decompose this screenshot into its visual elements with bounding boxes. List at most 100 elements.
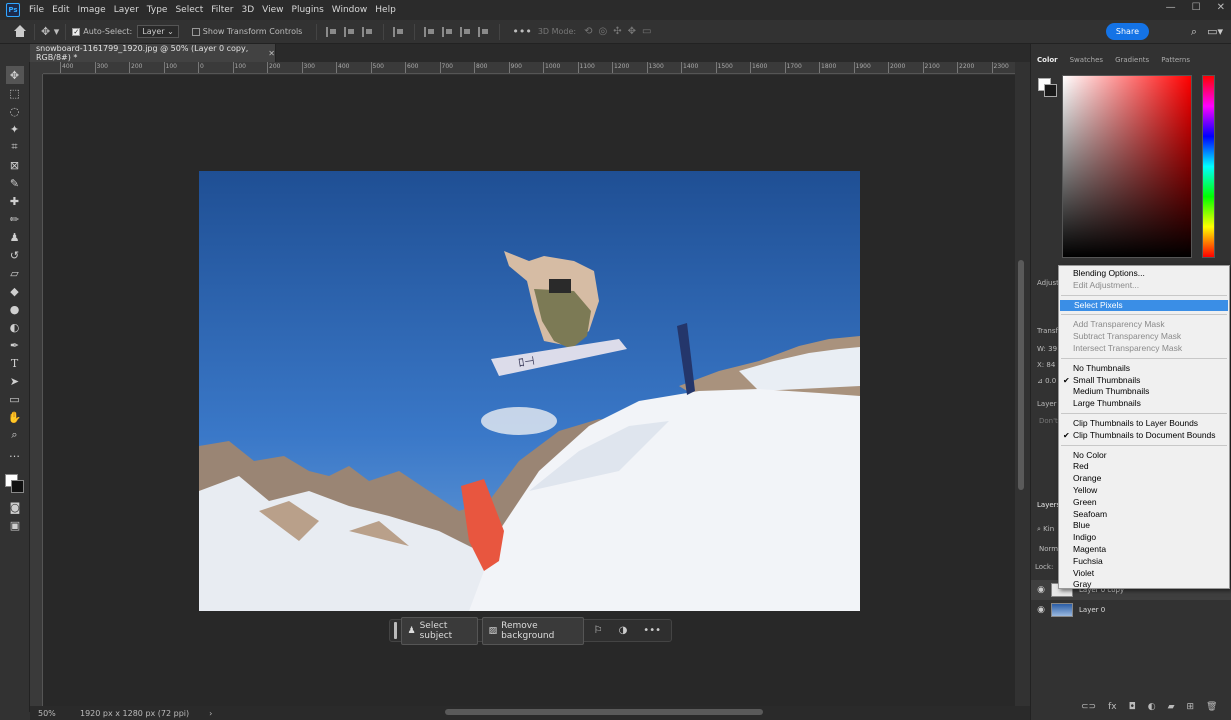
link-icon[interactable]: ⊂⊃ xyxy=(1081,702,1096,712)
menu-item-color-indigo[interactable]: Indigo xyxy=(1059,532,1229,544)
menu-item-color-magenta[interactable]: Magenta xyxy=(1059,544,1229,556)
menu-item-color-gray[interactable]: Gray xyxy=(1059,579,1229,591)
menu-plugins[interactable]: Plugins xyxy=(288,5,328,15)
menu-item-no-thumbnails[interactable]: No Thumbnails xyxy=(1059,363,1229,375)
transform-icon[interactable]: ⚐ xyxy=(588,625,609,636)
hue-slider[interactable] xyxy=(1202,75,1215,258)
eyedropper-tool-icon[interactable]: ✎ xyxy=(6,174,24,192)
show-transform-checkbox[interactable]: Show Transform Controls xyxy=(191,27,302,36)
align-middle-icon[interactable] xyxy=(442,26,454,37)
tab-layers[interactable]: Layers xyxy=(1037,501,1060,509)
dodge-tool-icon[interactable]: ◐ xyxy=(6,318,24,336)
status-arrow-icon[interactable]: › xyxy=(209,709,212,718)
dont-dropdown[interactable]: Don't xyxy=(1039,417,1058,425)
history-brush-tool-icon[interactable]: ↺ xyxy=(6,246,24,264)
screen-mode-icon[interactable]: ▣ xyxy=(6,516,24,534)
adjustment-layer-icon[interactable]: ◐ xyxy=(1148,702,1156,712)
menu-3d[interactable]: 3D xyxy=(238,5,259,15)
menu-type[interactable]: Type xyxy=(143,5,172,15)
pen-tool-icon[interactable]: ✒ xyxy=(6,336,24,354)
tab-swatches[interactable]: Swatches xyxy=(1070,56,1103,64)
eraser-tool-icon[interactable]: ▱ xyxy=(6,264,24,282)
adjustments-tab-label[interactable]: Adjust xyxy=(1037,279,1059,287)
more-tools-icon[interactable]: … xyxy=(6,444,24,462)
search-icon[interactable]: ⌕ xyxy=(1191,25,1197,39)
align-left-icon[interactable] xyxy=(326,26,338,37)
auto-select-target-dropdown[interactable]: Layer ⌄ xyxy=(137,25,179,38)
background-color-swatch[interactable] xyxy=(11,480,24,493)
align-top-icon[interactable] xyxy=(424,26,436,37)
move-tool-icon[interactable]: ✥ xyxy=(5,66,24,84)
eye-icon[interactable]: ◉ xyxy=(1031,585,1051,595)
menu-item-color-green[interactable]: Green xyxy=(1059,497,1229,509)
menu-view[interactable]: View xyxy=(258,5,287,15)
menu-help[interactable]: Help xyxy=(371,5,400,15)
document-info[interactable]: 1920 px x 1280 px (72 ppi) xyxy=(80,709,189,718)
mask-icon[interactable]: ◘ xyxy=(1129,702,1136,712)
align-center-icon[interactable] xyxy=(344,26,356,37)
path-selection-tool-icon[interactable]: ➤ xyxy=(6,372,24,390)
frame-tool-icon[interactable]: ⊠ xyxy=(6,156,24,174)
document-tab[interactable]: snowboard-1161799_1920.jpg @ 50% (Layer … xyxy=(30,44,276,62)
menu-item-medium-thumbnails[interactable]: Medium Thumbnails xyxy=(1059,386,1229,398)
menu-layer[interactable]: Layer xyxy=(110,5,143,15)
healing-brush-tool-icon[interactable]: ✚ xyxy=(6,192,24,210)
type-tool-icon[interactable]: T xyxy=(6,354,24,372)
select-subject-button[interactable]: ♟ Select subject xyxy=(400,616,478,645)
workspace-icon[interactable]: ▭▾ xyxy=(1207,25,1223,39)
color-field[interactable] xyxy=(1062,75,1192,258)
blur-tool-icon[interactable]: ● xyxy=(6,300,24,318)
tab-gradients[interactable]: Gradients xyxy=(1115,56,1149,64)
menu-item-clip-document-bounds[interactable]: ✔ Clip Thumbnails to Document Bounds xyxy=(1059,430,1229,442)
new-layer-icon[interactable]: ⊞ xyxy=(1187,702,1195,712)
menu-file[interactable]: File xyxy=(25,5,48,15)
menu-item-color-fuchsia[interactable]: Fuchsia xyxy=(1059,556,1229,568)
menu-item-color-orange[interactable]: Orange xyxy=(1059,473,1229,485)
lasso-tool-icon[interactable]: ◌ xyxy=(6,102,24,120)
group-icon[interactable]: ▰ xyxy=(1168,702,1175,712)
brush-tool-icon[interactable]: ✏ xyxy=(6,210,24,228)
menu-item-color-none[interactable]: No Color xyxy=(1059,450,1229,462)
move-tool-icon[interactable]: ✥ ▾ xyxy=(41,25,59,38)
marquee-tool-icon[interactable]: ⬚ xyxy=(6,84,24,102)
quick-mask-icon[interactable]: ◙ xyxy=(6,498,24,516)
maximize-button[interactable]: ☐ xyxy=(1192,2,1201,13)
menu-edit[interactable]: Edit xyxy=(48,5,73,15)
crop-tool-icon[interactable]: ⌗ xyxy=(6,138,24,156)
share-button[interactable]: Share xyxy=(1105,23,1149,40)
menu-item-select-pixels[interactable]: Select Pixels xyxy=(1060,299,1228,312)
magic-wand-tool-icon[interactable]: ✦ xyxy=(6,120,24,138)
rectangle-tool-icon[interactable]: ▭ xyxy=(6,390,24,408)
close-button[interactable]: ✕ xyxy=(1217,2,1225,13)
zoom-tool-icon[interactable]: ⌕ xyxy=(6,426,24,444)
align-right-icon[interactable] xyxy=(362,26,374,37)
menu-item-clip-layer-bounds[interactable]: Clip Thumbnails to Layer Bounds xyxy=(1059,418,1229,430)
document-image[interactable]: ﾛ⊣ xyxy=(199,171,860,611)
menu-item-blending-options[interactable]: Blending Options... xyxy=(1059,268,1229,280)
menu-item-color-seafoam[interactable]: Seafoam xyxy=(1059,509,1229,521)
adjustment-icon[interactable]: ◑ xyxy=(613,625,634,636)
menu-item-small-thumbnails[interactable]: ✔ Small Thumbnails xyxy=(1059,375,1229,387)
fx-icon[interactable]: fx xyxy=(1108,702,1117,712)
menu-item-color-yellow[interactable]: Yellow xyxy=(1059,485,1229,497)
more-options-icon[interactable]: ••• xyxy=(512,25,531,38)
distribute-vertical-icon[interactable] xyxy=(478,26,490,37)
kind-filter[interactable]: ⌕ Kin xyxy=(1037,525,1054,534)
menu-image[interactable]: Image xyxy=(74,5,110,15)
menu-filter[interactable]: Filter xyxy=(207,5,237,15)
menu-item-color-violet[interactable]: Violet xyxy=(1059,568,1229,580)
trash-icon[interactable]: 🗑 xyxy=(1206,702,1217,712)
more-icon[interactable]: ••• xyxy=(637,625,667,636)
layer-row[interactable]: ◉ Layer 0 xyxy=(1031,600,1231,620)
remove-background-button[interactable]: ▨ Remove background xyxy=(481,616,584,645)
zoom-level[interactable]: 50% xyxy=(30,709,80,718)
home-icon[interactable] xyxy=(12,24,28,39)
clone-stamp-tool-icon[interactable]: ♟ xyxy=(6,228,24,246)
distribute-icon[interactable] xyxy=(393,26,405,37)
eye-icon[interactable]: ◉ xyxy=(1031,605,1051,615)
tab-patterns[interactable]: Patterns xyxy=(1161,56,1190,64)
menu-item-large-thumbnails[interactable]: Large Thumbnails xyxy=(1059,398,1229,410)
close-tab-icon[interactable]: ✕ xyxy=(268,49,275,58)
align-bottom-icon[interactable] xyxy=(460,26,472,37)
hand-tool-icon[interactable]: ✋ xyxy=(6,408,24,426)
